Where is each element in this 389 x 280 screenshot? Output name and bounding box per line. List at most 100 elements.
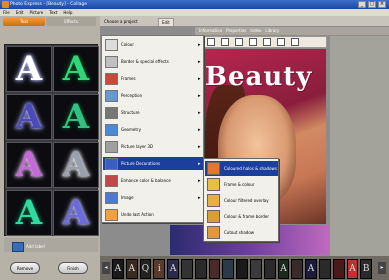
submenu-arrow-icon: ▸ [198, 75, 201, 82]
submenu-item[interactable]: Cutout shadow [205, 225, 278, 240]
menu-item[interactable]: Perception ▸ [103, 89, 203, 102]
menu-item[interactable]: Colour ▸ [103, 38, 203, 51]
filmstrip-thumb[interactable] [180, 259, 193, 279]
filmstrip-thumb[interactable] [249, 259, 262, 279]
menubar-item[interactable]: Edit [16, 9, 24, 16]
filmstrip-thumb[interactable] [208, 259, 221, 279]
submenu-item-label: Colour & frame border [224, 214, 269, 219]
title-bar: Photo Express - [Beauty] - Collage [0, 0, 389, 9]
window-title: Photo Express - [Beauty] - Collage [10, 2, 87, 7]
submenu-item[interactable]: Frame & colour [205, 177, 278, 192]
zoom-out-icon[interactable] [221, 38, 229, 46]
menu-item-icon [105, 123, 118, 136]
print-icon[interactable] [291, 38, 299, 46]
menubar-item[interactable]: Text [49, 9, 57, 16]
filmstrip-left-arrow[interactable]: ◂ [102, 262, 110, 274]
menu-item[interactable]: Undo last Action [103, 208, 203, 221]
menu-item-icon [105, 106, 118, 119]
menu-item[interactable]: Geometry ▸ [103, 123, 203, 136]
text-style-tile[interactable]: A [53, 94, 99, 140]
menubar-item[interactable]: File [3, 9, 10, 16]
filmstrip-thumb[interactable] [318, 259, 331, 279]
submenu-item[interactable]: Coloured halos & shadows [205, 161, 278, 176]
menu-item-icon [105, 174, 118, 187]
menu-item-label: Border & special effects [121, 59, 169, 64]
add-label-checkbox[interactable] [12, 242, 24, 252]
text-style-tile[interactable]: A [6, 46, 52, 92]
text-style-tile[interactable]: A [53, 142, 99, 188]
submenu-item[interactable]: Colour filtered overlay [205, 193, 278, 208]
filmstrip-thumb[interactable]: Q [139, 259, 152, 279]
right-tab[interactable]: Library [265, 28, 279, 33]
tab-edit[interactable]: Edit [158, 18, 174, 26]
close-button[interactable]: × [378, 1, 386, 8]
finish-button[interactable]: Finish [58, 262, 88, 274]
menu-item-label: Geometry [121, 127, 141, 132]
right-tab[interactable]: Information [199, 28, 222, 33]
menu-item[interactable]: Border & special effects ▸ [103, 55, 203, 68]
menu-item-label: Structure [121, 110, 140, 115]
submenu-arrow-icon: ▸ [198, 109, 201, 116]
menu-item[interactable]: Picture layer 3D ▸ [103, 140, 203, 153]
filmstrip-thumb[interactable] [263, 259, 276, 279]
right-panel [330, 36, 389, 256]
submenu-item-icon [207, 194, 220, 207]
menu-item[interactable]: Enhance color & balance ▸ [103, 174, 203, 187]
submenu-item[interactable]: Colour & frame border [205, 209, 278, 224]
remove-button[interactable]: Remove [10, 262, 40, 274]
submenu-item-icon [207, 162, 220, 175]
filmstrip-thumb[interactable] [332, 259, 345, 279]
submenu-item-icon [207, 226, 220, 239]
menu-item-icon [105, 140, 118, 153]
submenu-arrow-icon: ▸ [198, 126, 201, 133]
maximize-button[interactable]: □ [368, 1, 376, 8]
submenu-item-label: Coloured halos & shadows [224, 166, 277, 171]
menu-item-label: Colour [121, 42, 134, 47]
filmstrip-thumb[interactable]: A [277, 259, 290, 279]
menu-item-icon [105, 191, 118, 204]
filmstrip-thumb[interactable]: A [167, 259, 179, 279]
submenu-item-label: Colour filtered overlay [224, 198, 269, 203]
menu-item-label: Picture layer 3D [121, 144, 153, 149]
filmstrip-thumb[interactable]: A [112, 259, 124, 279]
menubar-item[interactable]: Help [63, 9, 72, 16]
filmstrip-thumb[interactable]: A [125, 259, 138, 279]
filmstrip-thumb[interactable]: i [153, 259, 166, 279]
menu-item[interactable]: Structure ▸ [103, 106, 203, 119]
menu-item[interactable]: Frames ▸ [103, 72, 203, 85]
filmstrip-thumb[interactable] [236, 259, 248, 279]
minimize-button[interactable]: _ [358, 1, 366, 8]
text-style-tile[interactable]: A [6, 94, 52, 140]
filmstrip-thumb[interactable]: A [305, 259, 317, 279]
text-style-tile[interactable]: A [53, 46, 99, 92]
zoom-in-icon[interactable] [207, 38, 215, 46]
right-tabs: Information Properties Index Library [195, 27, 389, 35]
filmstrip-thumb[interactable]: B [360, 259, 373, 279]
text-style-tile[interactable]: A [6, 142, 52, 188]
right-tab[interactable]: Index [250, 28, 261, 33]
text-style-tile[interactable]: A [6, 190, 52, 236]
menubar-item[interactable]: Picture [29, 9, 43, 16]
tab-effects[interactable]: Effects [46, 17, 96, 26]
filmstrip-thumbs: AAQiAAAAB [112, 259, 373, 279]
rotate-icon[interactable] [235, 38, 243, 46]
filmstrip-thumb[interactable]: A [346, 259, 359, 279]
undo-icon[interactable] [263, 38, 271, 46]
right-tab[interactable]: Properties [226, 28, 246, 33]
filmstrip-thumb[interactable] [291, 259, 304, 279]
tab-text[interactable]: Text [3, 17, 45, 26]
redo-icon[interactable] [277, 38, 285, 46]
submenu-item-label: Frame & colour [224, 182, 255, 187]
tab-choose-project[interactable]: Choose a project [104, 18, 138, 26]
filmstrip-thumb[interactable] [194, 259, 207, 279]
text-style-grid: AAAAAAAA [4, 44, 99, 236]
crop-icon[interactable] [249, 38, 257, 46]
submenu-arrow-icon: ▸ [198, 92, 201, 99]
menu-item-label: Image [121, 195, 134, 200]
menu-item[interactable]: Image ▸ [103, 191, 203, 204]
image-toolbar [200, 36, 327, 48]
menu-item[interactable]: Picture Decorations ▸ [103, 157, 203, 170]
text-style-tile[interactable]: A [53, 190, 99, 236]
filmstrip-thumb[interactable] [222, 259, 235, 279]
filmstrip-right-arrow[interactable]: ▸ [378, 262, 386, 274]
